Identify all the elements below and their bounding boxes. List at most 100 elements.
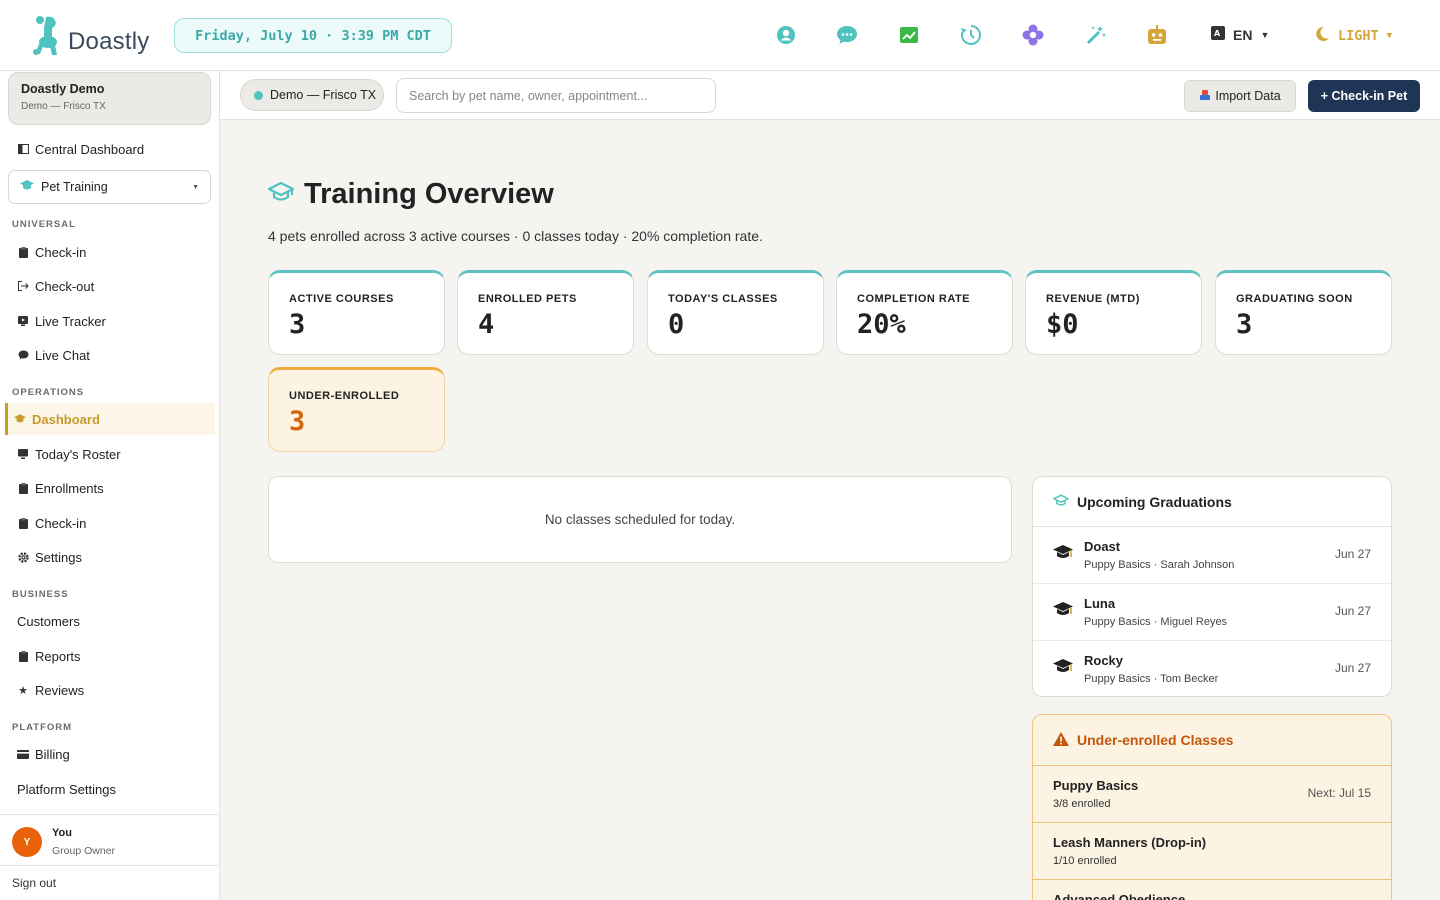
card-header: Upcoming Graduations xyxy=(1033,477,1391,527)
sidebar-item-customers[interactable]: Customers xyxy=(8,605,214,637)
check-in-pet-button[interactable]: + Check-in Pet xyxy=(1308,80,1420,112)
monitor-icon xyxy=(17,448,29,460)
module-select-value: Pet Training xyxy=(41,180,108,194)
sidebar-item-live-tracker[interactable]: Live Tracker xyxy=(8,305,214,337)
stat-under-enrolled[interactable]: UNDER-ENROLLED 3 xyxy=(268,367,445,452)
sidebar-item-live-chat[interactable]: Live Chat xyxy=(8,339,214,371)
mortarboard-icon xyxy=(1053,544,1073,567)
svg-text:A: A xyxy=(1214,29,1221,38)
sidebar-item-settings[interactable]: Settings xyxy=(8,541,214,573)
brand-name: Doastly xyxy=(68,27,150,55)
moon-icon xyxy=(1314,26,1330,46)
sidebar-item-enrollments[interactable]: Enrollments xyxy=(8,472,214,504)
list-item[interactable]: Leash Manners (Drop-in) 1/10 enrolled xyxy=(1033,823,1391,880)
flower-icon[interactable] xyxy=(1022,24,1044,46)
clipboard-icon xyxy=(17,517,29,529)
chevron-down-icon: ▼ xyxy=(1260,29,1270,40)
list-item[interactable]: Luna Puppy Basics · Miguel Reyes Jun 27 xyxy=(1033,584,1391,641)
graduation-cap-icon xyxy=(14,413,26,425)
list-item[interactable]: Doast Puppy Basics · Sarah Johnson Jun 2… xyxy=(1033,527,1391,584)
user-name: You xyxy=(52,827,72,839)
sidebar-item-check-in[interactable]: Check-in xyxy=(8,236,214,268)
section-universal: UNIVERSAL xyxy=(12,219,76,230)
sidebar: Doastly Demo Demo — Frisco TX Central Da… xyxy=(0,71,220,900)
sidebar-item-dashboard[interactable]: Dashboard xyxy=(5,403,215,435)
analytics-icon[interactable] xyxy=(898,24,920,46)
stat-active-courses[interactable]: ACTIVE COURSES 3 xyxy=(268,270,445,355)
sidebar-item-check-out[interactable]: Check-out xyxy=(8,270,214,302)
section-business: BUSINESS xyxy=(12,589,69,600)
chevron-down-icon: ▼ xyxy=(192,183,199,191)
user-profile[interactable]: Y You Group Owner xyxy=(0,814,219,865)
star-icon: ★ xyxy=(18,684,28,697)
dog-logo-icon xyxy=(30,14,64,63)
graduation-cap-icon xyxy=(1053,493,1069,510)
brand-logo[interactable]: Doastly xyxy=(30,14,149,63)
stat-enrolled-pets[interactable]: ENROLLED PETS 4 xyxy=(457,270,634,355)
overview-summary: 4 pets enrolled across 3 active courses … xyxy=(268,228,763,244)
location-switcher[interactable]: Demo — Frisco TX xyxy=(240,79,384,111)
history-icon[interactable] xyxy=(960,24,982,46)
exit-icon xyxy=(17,280,29,292)
module-select[interactable]: Pet Training ▼ xyxy=(8,170,211,204)
sidebar-item-central-dashboard[interactable]: Central Dashboard xyxy=(8,133,214,165)
current-datetime: Friday, July 10 · 3:39 PM CDT xyxy=(174,18,452,53)
sub-header: Demo — Frisco TX Import Data + Check-in … xyxy=(220,71,1440,120)
sidebar-item-todays-roster[interactable]: Today's Roster xyxy=(8,438,214,470)
dashboard-icon xyxy=(17,143,29,155)
section-platform: PLATFORM xyxy=(12,722,73,733)
sidebar-item-reviews[interactable]: ★ Reviews xyxy=(8,674,214,706)
stat-completion-rate[interactable]: COMPLETION RATE 20% xyxy=(836,270,1013,355)
clipboard-icon xyxy=(17,650,29,662)
language-label: EN xyxy=(1233,26,1253,43)
robot-icon[interactable] xyxy=(1146,24,1168,46)
section-operations: OPERATIONS xyxy=(12,387,85,398)
org-switcher[interactable]: Doastly Demo Demo — Frisco TX xyxy=(8,72,211,125)
theme-label: LIGHT xyxy=(1338,28,1379,44)
chevron-down-icon: ▼ xyxy=(1386,31,1393,41)
avatar: Y xyxy=(12,827,42,857)
graduation-cap-icon xyxy=(20,180,34,194)
chat-icon[interactable] xyxy=(836,24,858,46)
stat-graduating-soon[interactable]: GRADUATING SOON 3 xyxy=(1215,270,1392,355)
clipboard-icon xyxy=(17,246,29,258)
monitor-icon xyxy=(17,315,29,327)
user-role: Group Owner xyxy=(52,845,116,857)
sign-out-link[interactable]: Sign out xyxy=(0,865,219,900)
sidebar-item-platform-settings[interactable]: Platform Settings xyxy=(8,773,214,805)
status-dot xyxy=(254,90,263,100)
credit-card-icon xyxy=(17,748,29,760)
translate-icon: A xyxy=(1211,26,1225,43)
import-data-button[interactable]: Import Data xyxy=(1184,80,1296,112)
mortarboard-icon xyxy=(1053,601,1073,624)
list-item[interactable]: Rocky Puppy Basics · Tom Becker Jun 27 xyxy=(1033,641,1391,696)
language-selector[interactable]: A EN ▼ xyxy=(1211,26,1269,43)
theme-toggle[interactable]: LIGHT ▼ xyxy=(1314,26,1392,46)
stat-todays-classes[interactable]: TODAY'S CLASSES 0 xyxy=(647,270,824,355)
sidebar-item-check-in-training[interactable]: Check-in xyxy=(8,507,214,539)
top-bar: Doastly Friday, July 10 · 3:39 PM CDT A … xyxy=(0,0,1440,71)
upcoming-graduations-card: Upcoming Graduations Doast Puppy Basics … xyxy=(1032,476,1392,697)
card-header: Under-enrolled Classes xyxy=(1033,715,1391,766)
location-label: Demo — Frisco TX xyxy=(270,88,377,102)
sidebar-item-billing[interactable]: Billing xyxy=(8,738,214,770)
search-input[interactable] xyxy=(396,78,716,113)
org-location: Demo — Frisco TX xyxy=(21,101,106,112)
import-icon xyxy=(1199,89,1211,104)
graduation-cap-icon xyxy=(267,181,295,208)
page-title: Training Overview xyxy=(267,178,554,211)
clipboard-icon xyxy=(17,482,29,494)
stat-revenue-mtd[interactable]: REVENUE (MTD) $0 xyxy=(1025,270,1202,355)
mortarboard-icon xyxy=(1053,658,1073,681)
todays-classes-empty: No classes scheduled for today. xyxy=(268,476,1012,563)
list-item[interactable]: Puppy Basics 3/8 enrolled Next: Jul 15 xyxy=(1033,766,1391,823)
sidebar-item-reports[interactable]: Reports xyxy=(8,640,214,672)
list-item[interactable]: Advanced Obedience xyxy=(1033,880,1391,900)
under-enrolled-classes-card: Under-enrolled Classes Puppy Basics 3/8 … xyxy=(1032,714,1392,900)
gear-icon xyxy=(17,551,29,563)
support-icon[interactable] xyxy=(775,24,797,46)
magic-wand-icon[interactable] xyxy=(1085,24,1107,46)
org-name: Doastly Demo xyxy=(21,82,105,96)
warning-icon xyxy=(1053,731,1069,749)
chat-bubble-icon xyxy=(17,349,29,361)
